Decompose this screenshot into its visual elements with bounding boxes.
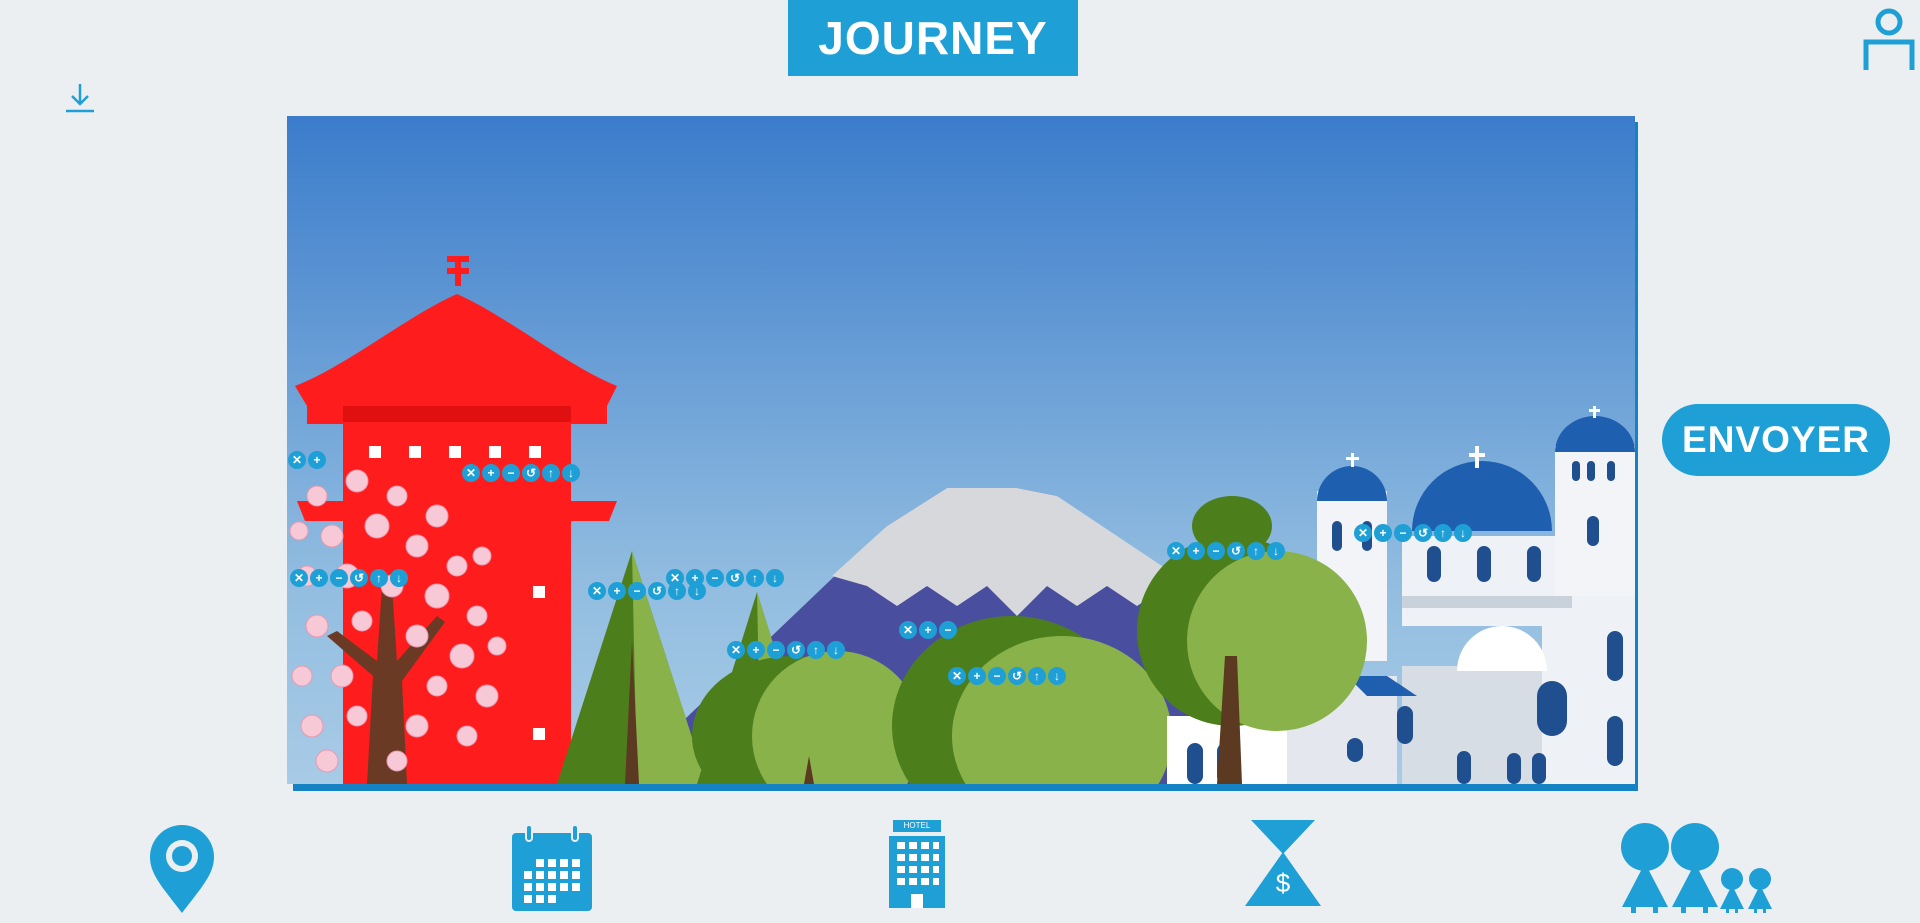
- minus-icon[interactable]: −: [330, 569, 348, 587]
- close-icon[interactable]: ✕: [588, 582, 606, 600]
- close-icon[interactable]: ✕: [462, 464, 480, 482]
- arrow-down-icon[interactable]: ↓: [1267, 542, 1285, 560]
- close-icon[interactable]: ✕: [727, 641, 745, 659]
- arrow-down-icon[interactable]: ↓: [827, 641, 845, 659]
- download-icon[interactable]: [64, 82, 96, 114]
- close-icon[interactable]: ✕: [666, 569, 684, 587]
- plus-icon[interactable]: +: [747, 641, 765, 659]
- element-toolbar[interactable]: ✕ + − ↺ ↑ ↓: [666, 569, 784, 588]
- arrow-up-icon[interactable]: ↑: [807, 641, 825, 659]
- close-icon[interactable]: ✕: [288, 451, 306, 469]
- rotate-icon[interactable]: ↺: [1414, 524, 1432, 542]
- arrow-down-icon[interactable]: ↓: [1454, 524, 1472, 542]
- family-icon[interactable]: [1620, 818, 1772, 918]
- plus-icon[interactable]: +: [968, 667, 986, 685]
- rotate-icon[interactable]: ↺: [350, 569, 368, 587]
- location-pin-icon[interactable]: [148, 818, 216, 918]
- hotel-icon[interactable]: HOTEL: [887, 818, 947, 918]
- hotel-sign: HOTEL: [903, 821, 931, 830]
- rotate-icon[interactable]: ↺: [787, 641, 805, 659]
- arrow-up-icon[interactable]: ↑: [1434, 524, 1452, 542]
- plus-icon[interactable]: +: [919, 621, 937, 639]
- arrow-up-icon[interactable]: ↑: [370, 569, 388, 587]
- element-toolbar[interactable]: ✕ + −: [899, 621, 957, 640]
- element-toolbar[interactable]: ✕ + − ↺ ↑ ↓: [462, 464, 580, 483]
- dollar-sign: $: [1275, 868, 1291, 898]
- plus-icon[interactable]: +: [308, 451, 326, 469]
- arrow-up-icon[interactable]: ↑: [746, 569, 764, 587]
- rotate-icon[interactable]: ↺: [1008, 667, 1026, 685]
- minus-icon[interactable]: −: [502, 464, 520, 482]
- rotate-icon[interactable]: ↺: [522, 464, 540, 482]
- rotate-icon[interactable]: ↺: [648, 582, 666, 600]
- element-toolbar[interactable]: ✕ + − ↺ ↑ ↓: [1354, 524, 1472, 543]
- minus-icon[interactable]: −: [628, 582, 646, 600]
- plus-icon[interactable]: +: [1187, 542, 1205, 560]
- plus-icon[interactable]: +: [310, 569, 328, 587]
- plus-icon[interactable]: +: [686, 569, 704, 587]
- close-icon[interactable]: ✕: [1167, 542, 1185, 560]
- arrow-up-icon[interactable]: ↑: [1247, 542, 1265, 560]
- app-title: JOURNEY: [788, 0, 1078, 76]
- send-button[interactable]: ENVOYER: [1662, 404, 1890, 476]
- arrow-down-icon[interactable]: ↓: [562, 464, 580, 482]
- element-toolbar[interactable]: ✕ + − ↺ ↑ ↓: [290, 569, 408, 588]
- rotate-icon[interactable]: ↺: [726, 569, 744, 587]
- arrow-up-icon[interactable]: ↑: [1028, 667, 1046, 685]
- element-toolbar[interactable]: ✕ + − ↺ ↑ ↓: [1167, 542, 1285, 561]
- element-toolbar[interactable]: ✕ + − ↺ ↑ ↓: [727, 641, 845, 660]
- minus-icon[interactable]: −: [1394, 524, 1412, 542]
- plus-icon[interactable]: +: [482, 464, 500, 482]
- minus-icon[interactable]: −: [988, 667, 1006, 685]
- close-icon[interactable]: ✕: [948, 667, 966, 685]
- arrow-up-icon[interactable]: ↑: [542, 464, 560, 482]
- arrow-down-icon[interactable]: ↓: [390, 569, 408, 587]
- close-icon[interactable]: ✕: [1354, 524, 1372, 542]
- arrow-down-icon[interactable]: ↓: [766, 569, 784, 587]
- minus-icon[interactable]: −: [939, 621, 957, 639]
- minus-icon[interactable]: −: [706, 569, 724, 587]
- user-icon[interactable]: [1862, 8, 1916, 72]
- element-toolbar[interactable]: ✕ +: [288, 451, 326, 470]
- minus-icon[interactable]: −: [1207, 542, 1225, 560]
- plus-icon[interactable]: +: [608, 582, 626, 600]
- rotate-icon[interactable]: ↺: [1227, 542, 1245, 560]
- hourglass-dollar-icon[interactable]: $: [1243, 818, 1323, 918]
- plus-icon[interactable]: +: [1374, 524, 1392, 542]
- collage-canvas[interactable]: ✕ + ✕ + − ↺ ↑ ↓ ✕ + − ↺ ↑ ↓ ✕ + − ↺ ↑ ↓ …: [287, 116, 1635, 784]
- minus-icon[interactable]: −: [767, 641, 785, 659]
- close-icon[interactable]: ✕: [899, 621, 917, 639]
- element-toolbar[interactable]: ✕ + − ↺ ↑ ↓: [948, 667, 1066, 686]
- calendar-icon[interactable]: [512, 818, 592, 918]
- close-icon[interactable]: ✕: [290, 569, 308, 587]
- arrow-down-icon[interactable]: ↓: [1048, 667, 1066, 685]
